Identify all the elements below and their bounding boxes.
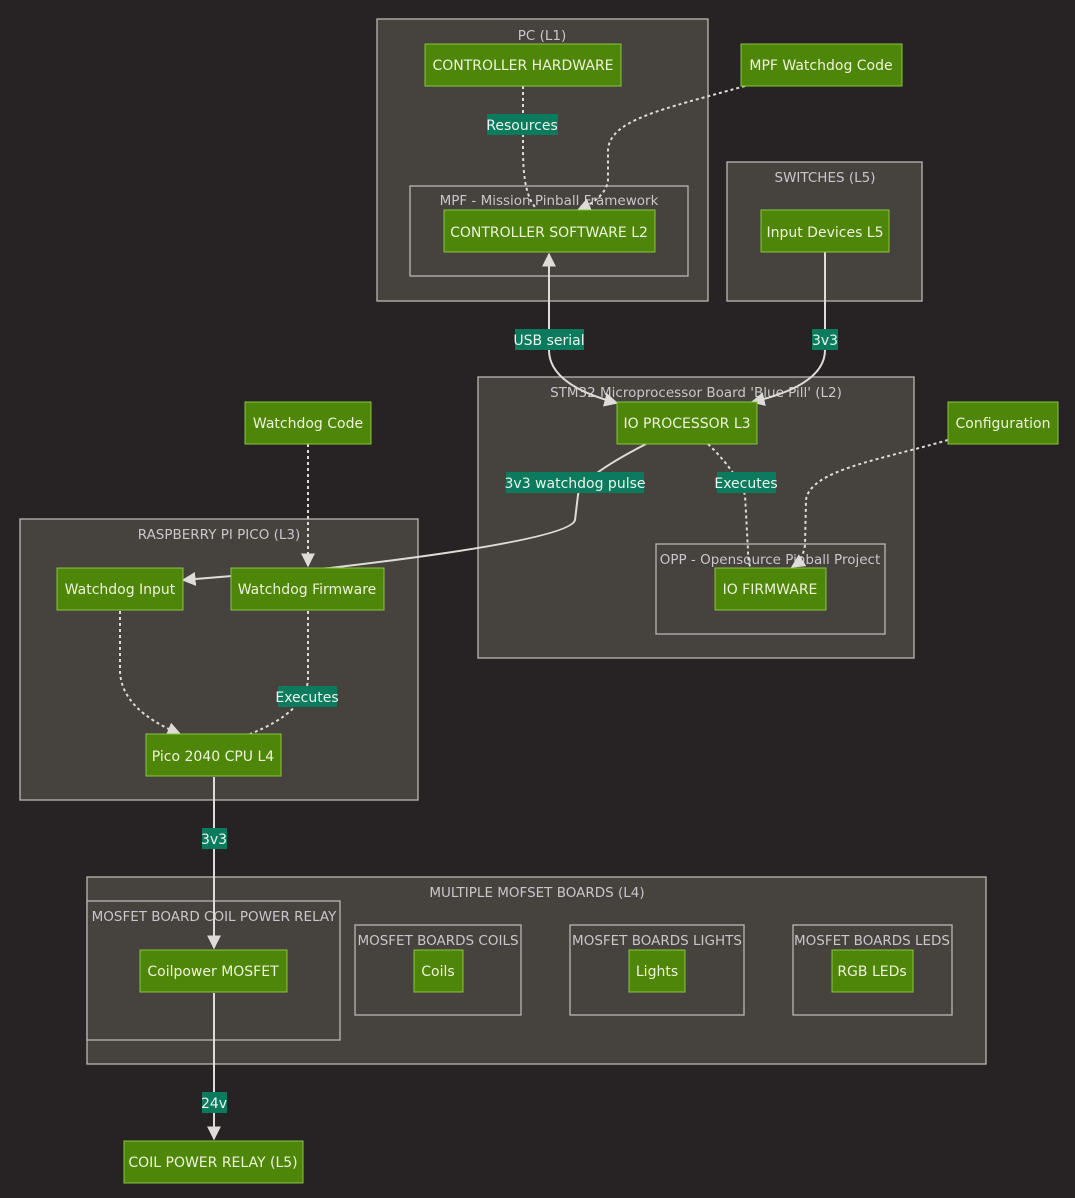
svg-text:Executes: Executes xyxy=(714,476,777,492)
cluster-title-opp: OPP - Opensource Pinball Project xyxy=(660,552,881,568)
cluster-title-pico: RASPBERRY PI PICO (L3) xyxy=(138,527,301,543)
node-coils[interactable]: Coils xyxy=(413,949,464,993)
cluster-title-coils-board: MOSFET BOARDS COILS xyxy=(357,933,518,949)
svg-text:3v3: 3v3 xyxy=(812,333,838,349)
node-io-firmware[interactable]: IO FIRMWARE xyxy=(714,567,827,611)
svg-text:24v: 24v xyxy=(201,1096,227,1112)
node-controller-hardware[interactable]: CONTROLLER HARDWARE xyxy=(424,43,622,87)
cluster-title-leds-board: MOSFET BOARDS LEDS xyxy=(794,933,950,949)
node-watchdog-firmware[interactable]: Watchdog Firmware xyxy=(230,567,385,611)
node-io-processor[interactable]: IO PROCESSOR L3 xyxy=(616,401,758,445)
node-pico-cpu[interactable]: Pico 2040 CPU L4 xyxy=(145,733,282,777)
node-lights[interactable]: Lights xyxy=(628,949,686,993)
cluster-title-mpf: MPF - Mission Pinball Framework xyxy=(440,193,659,209)
edge-label-24v: 24v xyxy=(201,1092,227,1113)
node-input-devices[interactable]: Input Devices L5 xyxy=(760,209,890,253)
cluster-title-switches: SWITCHES (L5) xyxy=(775,170,876,186)
edge-label-switch-3v3: 3v3 xyxy=(812,329,838,350)
svg-text:Executes: Executes xyxy=(275,690,338,706)
svg-text:USB serial: USB serial xyxy=(513,333,584,349)
node-coilpower-mosfet[interactable]: Coilpower MOSFET xyxy=(139,949,288,993)
edge-label-usb-serial: USB serial xyxy=(513,329,585,350)
edge-label-executes-io: Executes xyxy=(714,472,778,493)
cluster-title-mofset: MULTIPLE MOFSET BOARDS (L4) xyxy=(429,885,644,901)
node-controller-software[interactable]: CONTROLLER SOFTWARE L2 xyxy=(443,209,656,253)
cluster-title-lights-board: MOSFET BOARDS LIGHTS xyxy=(572,933,742,949)
svg-text:Resources: Resources xyxy=(486,118,558,134)
svg-text:3v3 watchdog pulse: 3v3 watchdog pulse xyxy=(505,476,646,492)
node-watchdog-input[interactable]: Watchdog Input xyxy=(56,567,184,611)
edge-label-pico-3v3: 3v3 xyxy=(201,828,227,849)
node-rgb-leds[interactable]: RGB LEDs xyxy=(831,949,914,993)
diagram-canvas: PC (L1) MPF - Mission Pinball Framework … xyxy=(19,18,1059,1184)
svg-text:3v3: 3v3 xyxy=(201,832,227,848)
edge-label-watchdog-pulse: 3v3 watchdog pulse xyxy=(505,472,646,493)
cluster-title-pc: PC (L1) xyxy=(518,28,567,44)
node-configuration[interactable]: Configuration xyxy=(947,401,1059,445)
cluster-title-stm32: STM32 Microprocessor Board 'Blue Pill' (… xyxy=(550,385,842,401)
edge-label-executes-pico: Executes xyxy=(275,686,339,707)
node-mpf-watchdog-code[interactable]: MPF Watchdog Code xyxy=(740,43,903,87)
edge-label-resources: Resources xyxy=(486,114,558,135)
node-watchdog-code[interactable]: Watchdog Code xyxy=(244,401,372,445)
node-coil-power-relay[interactable]: COIL POWER RELAY (L5) xyxy=(123,1140,304,1184)
